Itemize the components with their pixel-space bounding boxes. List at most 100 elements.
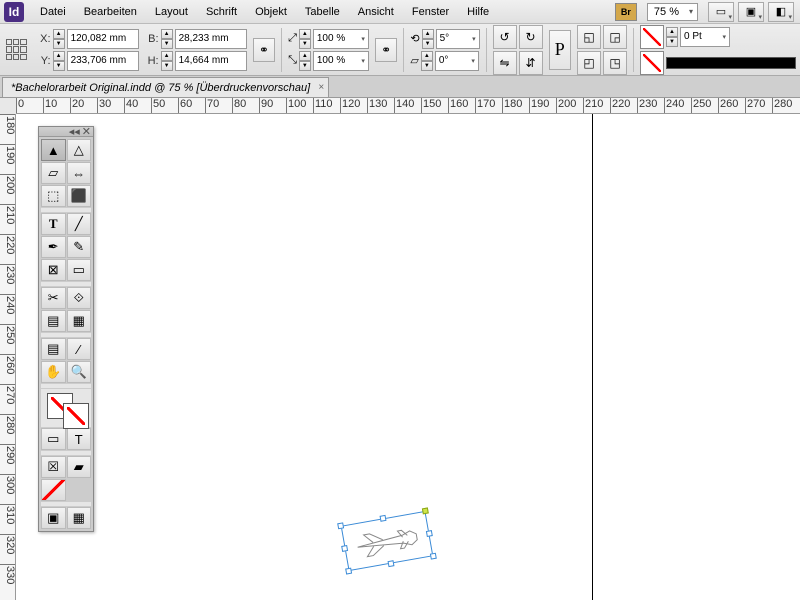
- normal-view-mode[interactable]: ▣: [41, 507, 66, 529]
- tools-panel[interactable]: ◂◂✕ ▲ △ ▱ ⇔ ⬚ ⬛ T ╱ ✒ ✎ ⊠ ▭ ✂ ⟐ ▤ ▦ ▤ ⁄ …: [38, 126, 94, 532]
- arrange-documents-button[interactable]: ◧: [768, 2, 794, 22]
- x-spinner[interactable]: ▲▼: [53, 29, 65, 49]
- menu-ansicht[interactable]: Ansicht: [350, 3, 402, 21]
- type-tool[interactable]: T: [41, 213, 66, 235]
- pen-tool[interactable]: ✒: [41, 236, 66, 258]
- eyedropper-tool[interactable]: ⁄: [67, 338, 92, 360]
- zoom-tool[interactable]: 🔍: [67, 361, 92, 383]
- apply-none-button[interactable]: ☒: [41, 456, 66, 478]
- handle-mid-right[interactable]: [426, 530, 433, 537]
- selection-tool[interactable]: ▲: [41, 139, 66, 161]
- handle-top-mid[interactable]: [380, 515, 387, 522]
- handle-top-right[interactable]: [422, 507, 429, 514]
- rectangle-tool[interactable]: ▭: [67, 259, 92, 281]
- constrain-proportions-icon[interactable]: ⚭: [253, 38, 276, 62]
- select-next-button[interactable]: ◳: [603, 51, 627, 75]
- close-tab-icon[interactable]: ×: [318, 82, 324, 93]
- x-field[interactable]: 120,082 mm: [67, 29, 139, 49]
- flip-h-button[interactable]: ⇋: [493, 51, 517, 75]
- gradient-swatch-tool[interactable]: ▤: [41, 310, 66, 332]
- handle-top-left[interactable]: [337, 522, 344, 529]
- shear-spinner[interactable]: ▲▼: [421, 51, 433, 71]
- select-prev-button[interactable]: ◰: [577, 51, 601, 75]
- note-tool[interactable]: ▤: [41, 338, 66, 360]
- h-label: H:: [145, 55, 159, 67]
- hand-tool[interactable]: ✋: [41, 361, 66, 383]
- vertical-ruler[interactable]: 1801902002102202302402502602702802903003…: [0, 114, 16, 600]
- formatting-container-button[interactable]: ▭: [41, 428, 66, 450]
- selected-object[interactable]: [341, 511, 434, 571]
- menu-tabelle[interactable]: Tabelle: [297, 3, 348, 21]
- bridge-button[interactable]: Br: [615, 3, 637, 21]
- content-collector-tool[interactable]: ⬚: [41, 185, 66, 207]
- h-field[interactable]: 14,664 mm: [175, 51, 247, 71]
- handle-bot-left[interactable]: [345, 568, 352, 575]
- fill-stroke-swatches[interactable]: [41, 389, 91, 427]
- formatting-text-button[interactable]: T: [67, 428, 92, 450]
- w-field[interactable]: 28,233 mm: [175, 29, 247, 49]
- rotate-group: ⟲▲▼5° ▱▲▼0°: [410, 29, 479, 71]
- scale-x-field[interactable]: 100 %: [313, 29, 369, 49]
- scale-x-spinner[interactable]: ▲▼: [299, 29, 311, 49]
- constrain-scale-icon[interactable]: ⚭: [375, 38, 398, 62]
- gap-tool[interactable]: ⇔: [67, 162, 92, 184]
- select-container-button[interactable]: ◱: [577, 25, 601, 49]
- menu-fenster[interactable]: Fenster: [404, 3, 457, 21]
- scale-y-field[interactable]: 100 %: [313, 51, 369, 71]
- scale-y-icon: ⤡: [288, 54, 297, 67]
- scale-group: ⤢▲▼100 % ⤡▲▼100 %: [288, 29, 369, 71]
- w-spinner[interactable]: ▲▼: [161, 29, 173, 49]
- control-bar: X:▲▼120,082 mm Y:▲▼233,706 mm B:▲▼28,233…: [0, 24, 800, 76]
- scissors-tool[interactable]: ✂: [41, 287, 66, 309]
- horizontal-ruler[interactable]: 0102030405060708090100110120130140150160…: [16, 98, 800, 114]
- rotate-spinner[interactable]: ▲▼: [422, 29, 434, 49]
- h-spinner[interactable]: ▲▼: [161, 51, 173, 71]
- pencil-tool[interactable]: ✎: [67, 236, 92, 258]
- reference-point-grid[interactable]: [4, 37, 29, 63]
- rotate-field[interactable]: 5°: [436, 29, 480, 49]
- rotate-cw-button[interactable]: ↻: [519, 25, 543, 49]
- handle-bot-mid[interactable]: [388, 560, 395, 567]
- rotate-ccw-button[interactable]: ↺: [493, 25, 517, 49]
- stroke-weight-field[interactable]: 0 Pt: [680, 27, 730, 47]
- handle-mid-left[interactable]: [341, 545, 348, 552]
- app-icon: Id: [4, 2, 24, 22]
- y-field[interactable]: 233,706 mm: [67, 51, 139, 71]
- menu-datei[interactable]: Datei: [32, 3, 74, 21]
- shear-field[interactable]: 0°: [435, 51, 479, 71]
- document-tab[interactable]: *Bachelorarbeit Original.indd @ 75 % [Üb…: [2, 77, 329, 97]
- page-tool[interactable]: ▱: [41, 162, 66, 184]
- menu-hilfe[interactable]: Hilfe: [459, 3, 497, 21]
- select-content-button[interactable]: ◲: [603, 25, 627, 49]
- gradient-feather-tool[interactable]: ▦: [67, 310, 92, 332]
- menu-bearbeiten[interactable]: Bearbeiten: [76, 3, 145, 21]
- menu-layout[interactable]: Layout: [147, 3, 196, 21]
- y-spinner[interactable]: ▲▼: [53, 51, 65, 71]
- apply-gradient-button[interactable]: [41, 479, 66, 501]
- stroke-weight-spinner[interactable]: ▲▼: [666, 27, 678, 47]
- zoom-level-select[interactable]: 75 %: [647, 3, 698, 21]
- canvas[interactable]: [16, 114, 800, 600]
- rectangle-frame-tool[interactable]: ⊠: [41, 259, 66, 281]
- view-options-button[interactable]: ▭: [708, 2, 734, 22]
- apply-color-button[interactable]: ▰: [67, 456, 92, 478]
- document-tab-title: *Bachelorarbeit Original.indd @ 75 % [Üb…: [11, 82, 310, 94]
- workspace: 1801902002102202302402502602702802903003…: [0, 114, 800, 600]
- line-tool[interactable]: ╱: [67, 213, 92, 235]
- stroke-style-select[interactable]: [666, 57, 796, 69]
- paragraph-style-icon[interactable]: P: [549, 30, 572, 70]
- stroke-swatch[interactable]: [640, 51, 664, 75]
- tools-panel-header[interactable]: ◂◂✕: [39, 127, 93, 137]
- menu-schrift[interactable]: Schrift: [198, 3, 245, 21]
- screen-mode-button[interactable]: ▣: [738, 2, 764, 22]
- direct-selection-tool[interactable]: △: [67, 139, 92, 161]
- handle-bot-right[interactable]: [430, 553, 437, 560]
- fill-swatch[interactable]: [640, 25, 664, 49]
- scale-y-spinner[interactable]: ▲▼: [299, 51, 311, 71]
- menu-objekt[interactable]: Objekt: [247, 3, 295, 21]
- stroke-color-swatch[interactable]: [63, 403, 89, 429]
- flip-v-button[interactable]: ⇵: [519, 51, 543, 75]
- content-placer-tool[interactable]: ⬛: [67, 185, 92, 207]
- preview-mode[interactable]: ▦: [67, 507, 92, 529]
- free-transform-tool[interactable]: ⟐: [67, 287, 92, 309]
